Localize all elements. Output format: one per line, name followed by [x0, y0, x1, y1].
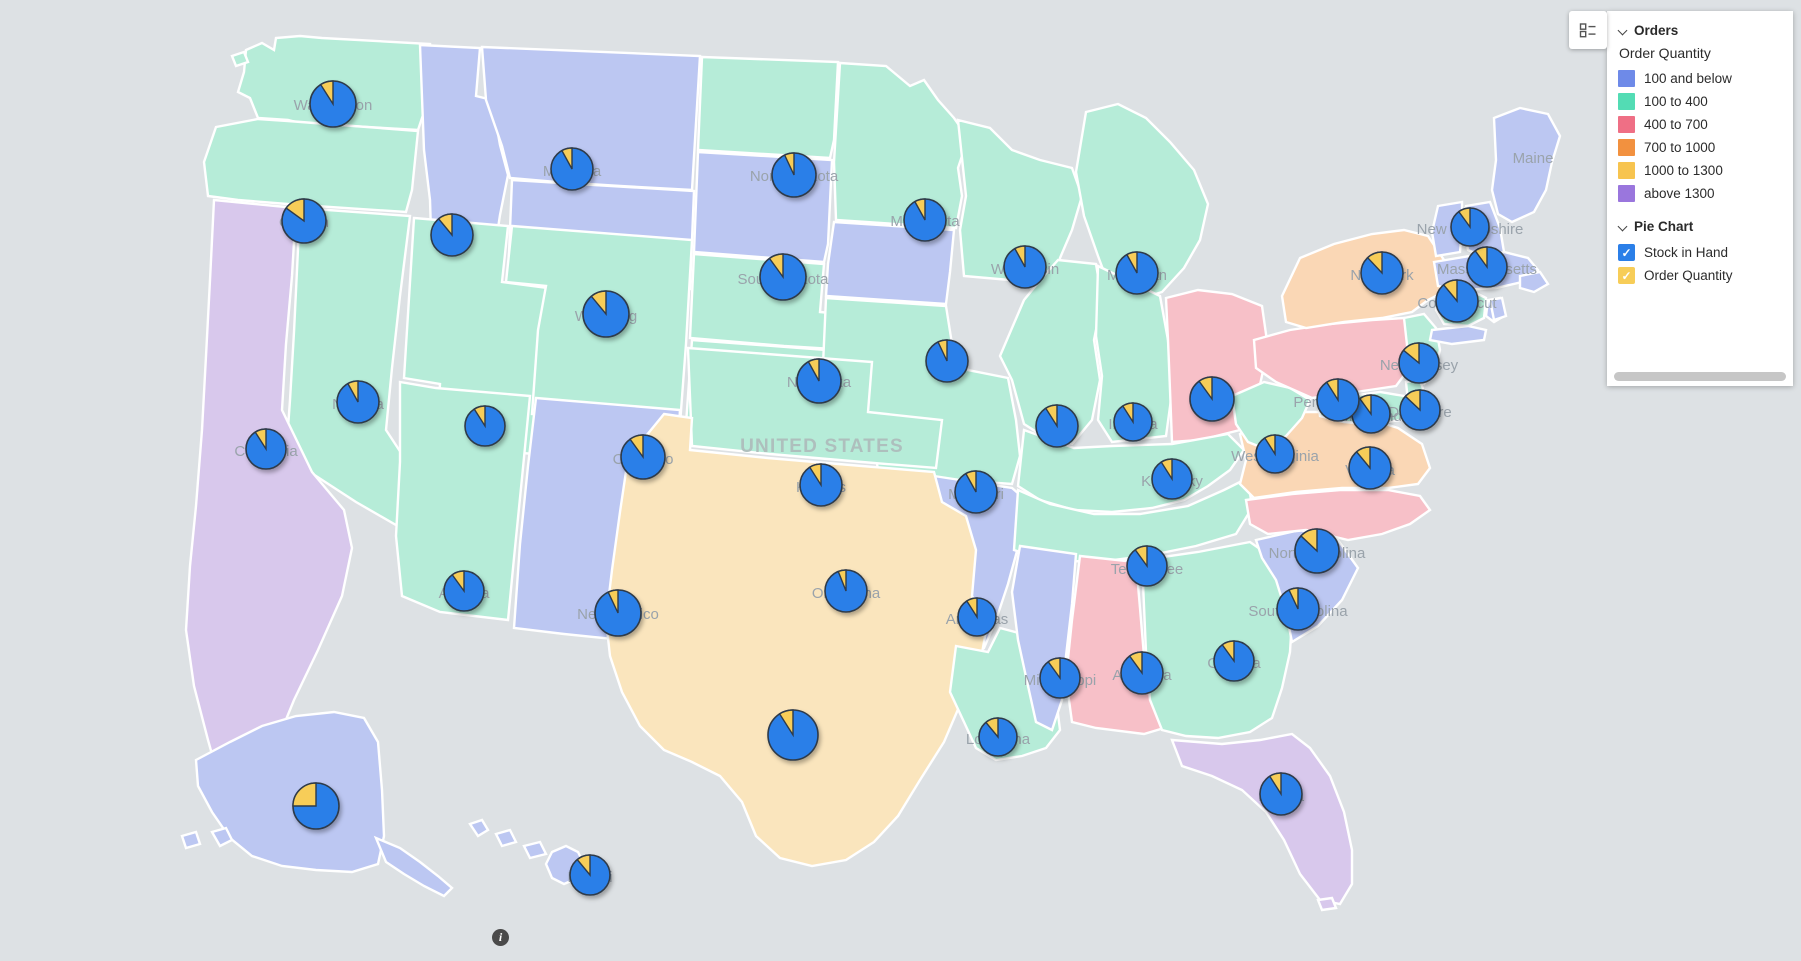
- legend-item-label: 700 to 1000: [1644, 140, 1716, 155]
- pie-marker-north-dakota[interactable]: [771, 152, 817, 198]
- pie-marker-florida[interactable]: [1259, 772, 1303, 816]
- legend-checkbox-stock-in-hand[interactable]: ✓ Stock in Hand: [1618, 241, 1793, 264]
- chevron-down-icon: [1618, 26, 1628, 36]
- legend-content: Orders Order Quantity 100 and below 100 t…: [1607, 11, 1793, 369]
- pie-marker-nebraska[interactable]: [796, 358, 842, 404]
- pie-marker-wyoming[interactable]: [582, 290, 630, 338]
- legend-swatch: [1618, 162, 1635, 179]
- legend-item-700-to-1000[interactable]: 700 to 1000: [1618, 136, 1793, 159]
- legend-swatch: [1618, 139, 1635, 156]
- legend-panel[interactable]: Orders Order Quantity 100 and below 100 t…: [1607, 11, 1793, 386]
- legend-item-100-to-400[interactable]: 100 to 400: [1618, 90, 1793, 113]
- map-island-long-island: [1428, 324, 1488, 346]
- legend-list-toggle-button[interactable]: [1569, 11, 1607, 49]
- pie-marker-oklahoma[interactable]: [824, 569, 868, 613]
- pie-marker-new-jersey[interactable]: [1398, 342, 1440, 384]
- legend-swatch: [1618, 185, 1635, 202]
- pie-marker-utah[interactable]: [464, 405, 506, 447]
- pie-marker-idaho[interactable]: [430, 213, 474, 257]
- pie-marker-alaska[interactable]: [292, 782, 340, 830]
- pie-marker-minnesota[interactable]: [903, 198, 947, 242]
- legend-swatch: [1618, 93, 1635, 110]
- pie-marker-louisiana[interactable]: [978, 717, 1018, 757]
- legend-section-title: Pie Chart: [1634, 219, 1694, 234]
- pie-marker-oregon[interactable]: [281, 198, 327, 244]
- checkbox-checked-icon[interactable]: ✓: [1618, 244, 1635, 261]
- legend-checkbox-label: Stock in Hand: [1644, 245, 1729, 260]
- legend-item-100-and-below[interactable]: 100 and below: [1618, 67, 1793, 90]
- pie-marker-texas[interactable]: [767, 709, 819, 761]
- legend-section-title: Orders: [1634, 23, 1679, 38]
- pie-marker-kansas[interactable]: [799, 463, 843, 507]
- legend-items-pie-chart: ✓ Stock in Hand ✓ Order Quantity: [1618, 241, 1793, 287]
- pie-marker-north-carolina[interactable]: [1294, 528, 1340, 574]
- map-island-puget-islands: [230, 50, 250, 68]
- pie-marker-alabama[interactable]: [1120, 651, 1164, 695]
- pie-marker-hawaii[interactable]: [569, 854, 611, 896]
- pie-marker-kentucky[interactable]: [1151, 458, 1193, 500]
- state-shape-oregon[interactable]: [202, 117, 420, 214]
- legend-list-icon: [1579, 23, 1596, 38]
- legend-checkbox-order-quantity[interactable]: ✓ Order Quantity: [1618, 264, 1793, 287]
- legend-scrollbar-thumb[interactable]: [1614, 372, 1786, 381]
- legend-item-400-to-700[interactable]: 400 to 700: [1618, 113, 1793, 136]
- legend-section-header-pie-chart[interactable]: Pie Chart: [1618, 219, 1793, 234]
- pie-marker-west-virginia[interactable]: [1255, 434, 1295, 474]
- pie-marker-indiana[interactable]: [1113, 402, 1153, 442]
- pie-marker-nevada[interactable]: [336, 380, 380, 424]
- map-canvas[interactable]: WashingtonOregonIdahoMontanaWyomingNorth…: [0, 0, 1801, 961]
- legend-items-orders: 100 and below 100 to 400 400 to 700 700 to …: [1618, 67, 1793, 205]
- pie-marker-arizona[interactable]: [443, 570, 485, 612]
- legend-field-title-order-quantity: Order Quantity: [1619, 45, 1711, 61]
- pie-marker-delaware[interactable]: [1399, 389, 1441, 431]
- legend-item-label: 100 to 400: [1644, 94, 1708, 109]
- pie-marker-washington[interactable]: [309, 80, 357, 128]
- legend-item-label: 100 and below: [1644, 71, 1732, 86]
- pie-marker-tennessee[interactable]: [1126, 545, 1168, 587]
- legend-swatch: [1618, 70, 1635, 87]
- legend-item-label: 400 to 700: [1644, 117, 1708, 132]
- pie-marker-virginia[interactable]: [1348, 446, 1392, 490]
- legend-checkbox-label: Order Quantity: [1644, 268, 1733, 283]
- pie-marker-mississippi[interactable]: [1039, 657, 1081, 699]
- pie-marker-pennsylvania[interactable]: [1316, 378, 1360, 422]
- pie-marker-massachusetts[interactable]: [1466, 246, 1508, 288]
- legend-item-label: above 1300: [1644, 186, 1715, 201]
- pie-marker-michigan[interactable]: [1115, 251, 1159, 295]
- pie-marker-illinois[interactable]: [1035, 404, 1079, 448]
- map-island-rhode-island-x: [1488, 296, 1508, 322]
- legend-item-1000-to-1300[interactable]: 1000 to 1300: [1618, 159, 1793, 182]
- legend-item-above-1300[interactable]: above 1300: [1618, 182, 1793, 205]
- legend-scrollbar-track[interactable]: [1607, 369, 1793, 386]
- us-map-svg[interactable]: WashingtonOregonIdahoMontanaWyomingNorth…: [0, 0, 1801, 961]
- map-island-florida-keys: [1316, 896, 1338, 912]
- pie-marker-colorado[interactable]: [620, 434, 666, 480]
- pie-marker-connecticut[interactable]: [1435, 279, 1479, 323]
- pie-marker-south-carolina[interactable]: [1276, 587, 1320, 631]
- pie-marker-wisconsin[interactable]: [1003, 245, 1047, 289]
- pie-marker-new-hampshire[interactable]: [1450, 207, 1490, 247]
- pie-marker-south-dakota[interactable]: [759, 253, 807, 301]
- legend-item-label: 1000 to 1300: [1644, 163, 1723, 178]
- pie-marker-new-mexico[interactable]: [594, 589, 642, 637]
- pie-marker-california[interactable]: [245, 428, 287, 470]
- legend-section-header-orders[interactable]: Orders: [1618, 23, 1793, 38]
- pie-marker-ohio[interactable]: [1189, 376, 1235, 422]
- pie-marker-georgia[interactable]: [1213, 640, 1255, 682]
- chevron-down-icon: [1618, 222, 1628, 232]
- info-icon[interactable]: i: [492, 929, 509, 946]
- pie-marker-iowa[interactable]: [925, 339, 969, 383]
- pie-marker-arkansas[interactable]: [957, 597, 997, 637]
- map-island-alaska-aleutians-b: [180, 830, 202, 850]
- pie-marker-montana[interactable]: [550, 147, 594, 191]
- pie-marker-missouri[interactable]: [954, 470, 998, 514]
- pie-marker-new-york[interactable]: [1360, 251, 1404, 295]
- checkbox-checked-icon[interactable]: ✓: [1618, 267, 1635, 284]
- state-shape-north-dakota[interactable]: [696, 55, 840, 160]
- legend-swatch: [1618, 116, 1635, 133]
